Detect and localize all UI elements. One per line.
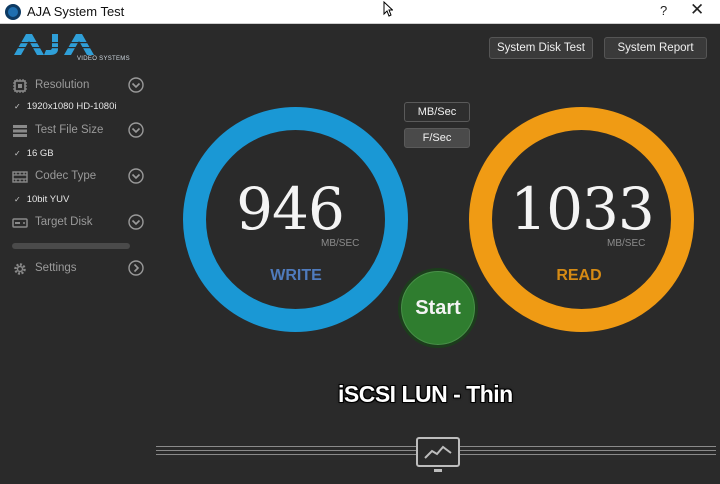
sidebar-item-settings[interactable]: Settings <box>12 260 144 278</box>
graph-button-stand <box>434 469 442 472</box>
sidebar-item-label: Codec Type <box>35 170 97 182</box>
resolution-icon <box>13 79 27 93</box>
read-speed-unit: MB/SEC <box>607 238 646 249</box>
file-size-icon <box>13 125 27 137</box>
disk-icon <box>12 218 28 228</box>
chevron-down-icon[interactable] <box>128 122 144 138</box>
start-button[interactable]: Start <box>398 268 478 348</box>
chevron-down-icon[interactable] <box>128 214 144 230</box>
write-speed-value: 946 <box>236 175 345 243</box>
app-icon <box>5 4 21 20</box>
title-bar: AJA System Test ? ✕ <box>0 0 720 24</box>
mb-sec-toggle[interactable]: MB/Sec <box>404 102 470 122</box>
test-file-size-value: ✓ 16 GB <box>14 148 54 159</box>
test-file-size-value-text: 16 GB <box>26 148 54 159</box>
window-title: AJA System Test <box>27 4 125 19</box>
logo-subtitle: VIDEO SYSTEMS <box>77 56 130 62</box>
caption-overlay: iSCSI LUN - Thin <box>338 381 513 407</box>
codec-icon <box>12 171 28 183</box>
start-button-label: Start <box>415 297 461 319</box>
line-chart-icon <box>424 445 452 459</box>
system-disk-test-button[interactable]: System Disk Test <box>489 37 593 59</box>
sidebar-item-codec-type[interactable]: Codec Type <box>12 168 144 186</box>
sidebar-item-test-file-size[interactable]: Test File Size <box>12 122 144 140</box>
mouse-cursor-icon <box>383 1 393 17</box>
chevron-down-icon[interactable] <box>128 168 144 184</box>
check-icon: ✓ <box>14 102 21 111</box>
sidebar-item-label: Resolution <box>35 79 90 91</box>
sidebar-item-label: Settings <box>35 262 77 274</box>
system-report-button[interactable]: System Report <box>604 37 707 59</box>
sidebar-item-label: Target Disk <box>35 216 93 228</box>
sidebar-item-resolution[interactable]: Resolution <box>12 77 144 95</box>
gear-icon <box>14 263 26 275</box>
write-speed-unit: MB/SEC <box>321 238 360 249</box>
read-label: READ <box>556 267 602 284</box>
target-disk-progress-bar <box>12 243 130 249</box>
sidebar-item-label: Test File Size <box>35 124 104 136</box>
check-icon: ✓ <box>14 149 21 158</box>
graph-view-button[interactable] <box>416 437 460 472</box>
close-button[interactable]: ✕ <box>690 0 704 20</box>
chevron-right-icon[interactable] <box>128 260 144 276</box>
check-icon: ✓ <box>14 195 21 204</box>
codec-type-value-text: 10bit YUV <box>26 194 70 205</box>
resolution-value: ✓ 1920x1080 HD-1080i <box>14 101 117 112</box>
f-sec-toggle[interactable]: F/Sec <box>404 128 470 148</box>
aja-system-test-window: AJA System Test ? ✕ VIDEO SYSTEMS Resolu… <box>0 0 720 484</box>
help-button[interactable]: ? <box>660 3 667 18</box>
chevron-down-icon[interactable] <box>128 77 144 93</box>
read-speed-value: 1033 <box>510 175 655 243</box>
write-label: WRITE <box>270 267 322 284</box>
resolution-value-text: 1920x1080 HD-1080i <box>26 101 117 112</box>
sidebar-item-target-disk[interactable]: Target Disk <box>12 214 144 232</box>
codec-type-value: ✓ 10bit YUV <box>14 194 69 205</box>
